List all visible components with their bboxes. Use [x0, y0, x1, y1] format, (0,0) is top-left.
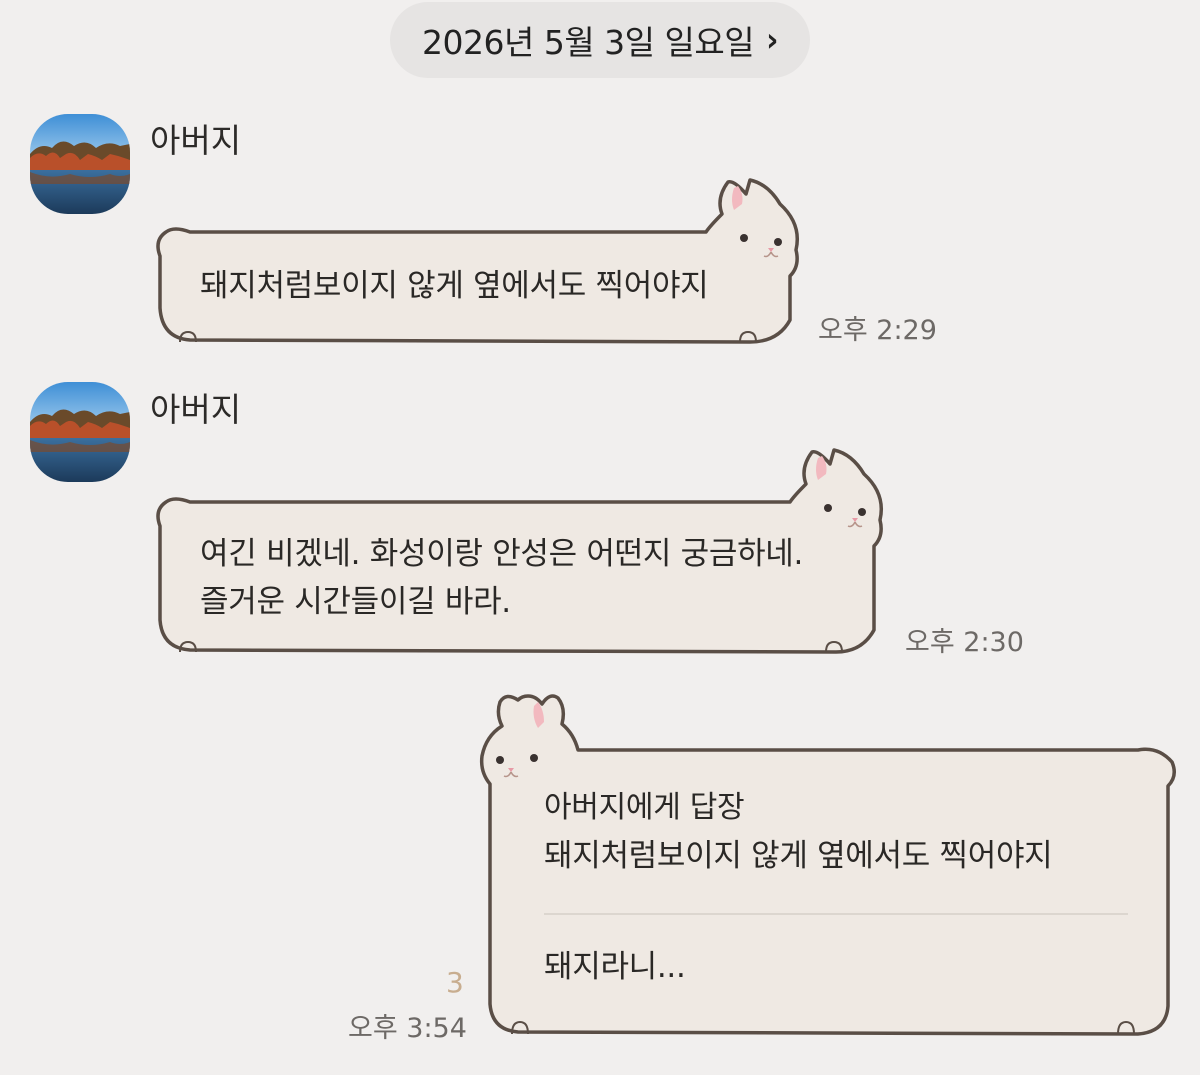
sender-name: 아버지	[150, 390, 242, 429]
sender-avatar[interactable]	[30, 382, 130, 482]
message-bubble[interactable]: 돼지처럼보이지 않게 옆에서도 찍어야지	[150, 170, 810, 350]
message-text: 여긴 비겠네. 화성이랑 안성은 어떤지 궁금하네. 즐거운 시간들이길 바라.	[200, 536, 804, 620]
quoted-text: 돼지처럼보이지 않게 옆에서도 찍어야지	[544, 838, 1053, 874]
sender-name: 아버지	[150, 121, 242, 160]
date-label: 2026년 5월 3일 일요일	[422, 23, 755, 62]
bunny-sticker-frame	[156, 178, 799, 344]
reply-to-label: 아버지에게 답장	[544, 790, 745, 825]
my-message-bubble[interactable]: 아버지에게 답장 돼지처럼보이지 않게 옆에서도 찍어야지 돼지라니...	[478, 688, 1180, 1040]
chevron-right-icon: ›	[766, 20, 778, 60]
message-time: 오후 2:30	[905, 627, 1024, 658]
reply-divider	[544, 913, 1128, 915]
message-text: 돼지라니...	[544, 949, 686, 985]
unread-count: 3	[446, 966, 464, 999]
message-bubble[interactable]: 여긴 비겠네. 화성이랑 안성은 어떤지 궁금하네. 즐거운 시간들이길 바라.	[150, 440, 895, 660]
date-header[interactable]: 2026년 5월 3일 일요일 ›	[390, 2, 810, 78]
message-time: 오후 2:29	[818, 315, 937, 346]
sender-avatar[interactable]	[30, 114, 130, 214]
message-time: 오후 3:54	[348, 1013, 467, 1044]
message-text: 돼지처럼보이지 않게 옆에서도 찍어야지	[200, 268, 709, 304]
